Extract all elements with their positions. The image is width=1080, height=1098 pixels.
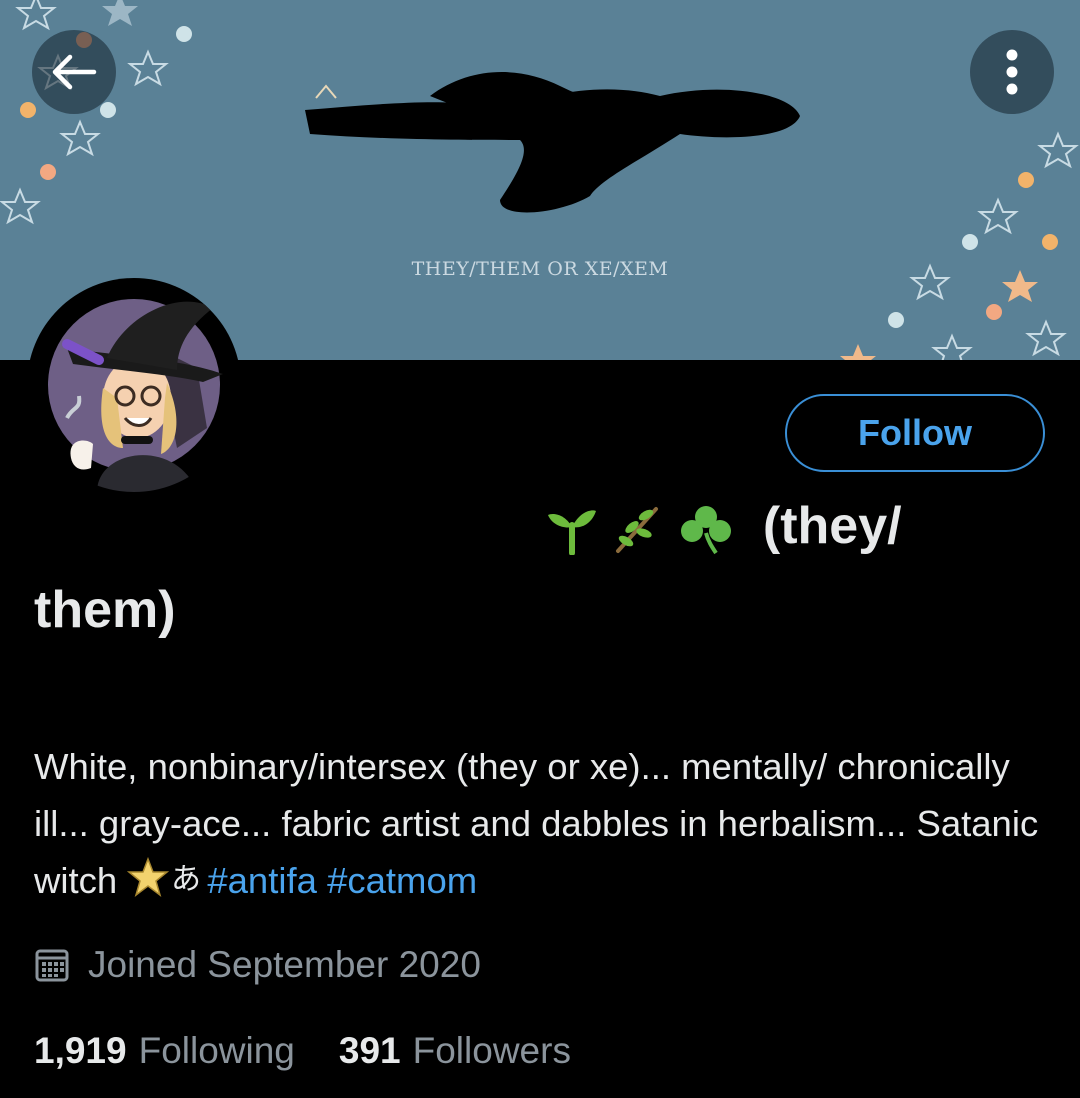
following-count: 1,919 xyxy=(34,1030,127,1071)
redacted-name xyxy=(34,499,532,559)
herb-icon xyxy=(616,507,659,554)
more-vertical-icon xyxy=(1006,49,1018,95)
bio-emoji-group: あ xyxy=(127,856,203,913)
back-button[interactable] xyxy=(32,30,116,114)
hiragana-a-icon: あ xyxy=(171,862,201,897)
avatar-witch-illustration xyxy=(48,299,223,492)
hashtag-catmom[interactable]: #catmom xyxy=(327,860,477,901)
joined-date: Joined September 2020 xyxy=(34,940,481,990)
arrow-left-icon xyxy=(52,54,97,90)
avatar[interactable] xyxy=(27,278,241,492)
following-label: Following xyxy=(138,1030,295,1071)
more-options-button[interactable] xyxy=(970,30,1054,114)
joined-label: Joined September 2020 xyxy=(88,944,481,985)
pentagram-icon xyxy=(127,856,170,897)
name-emoji-group xyxy=(546,503,734,556)
display-name: (they/ xyxy=(34,494,1054,559)
hashtag-antifa[interactable]: #antifa xyxy=(207,860,317,901)
following-stat[interactable]: 1,919 Following xyxy=(34,1030,295,1072)
name-pronoun-part1: (they/ xyxy=(762,497,902,555)
follow-button[interactable]: Follow xyxy=(785,394,1045,472)
follow-stats: 1,919 Following 391 Followers xyxy=(34,1024,571,1078)
name-pronoun-part2: them) xyxy=(34,581,176,639)
svg-text:あ: あ xyxy=(171,862,201,897)
banner-caption: THEY/THEM OR XE/XEM xyxy=(411,258,669,280)
seedling-icon xyxy=(548,510,597,556)
calendar-icon xyxy=(35,949,69,982)
shamrock-icon xyxy=(681,506,732,555)
profile-bio: White, nonbinary/intersex (they or xe)..… xyxy=(34,738,1044,913)
followers-stat[interactable]: 391 Followers xyxy=(339,1030,571,1072)
followers-label: Followers xyxy=(412,1030,571,1071)
followers-count: 391 xyxy=(338,1030,401,1071)
